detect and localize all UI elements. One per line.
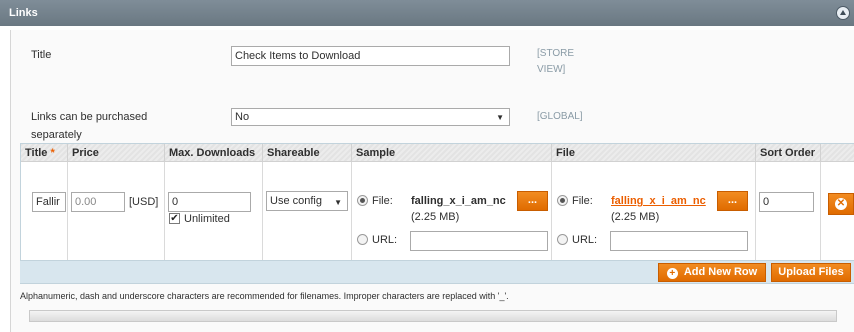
shareable-value: Use config — [270, 195, 322, 207]
section-header[interactable]: Links — [0, 0, 854, 26]
file-name-link[interactable]: falling_x_i_am_nc — [611, 194, 709, 208]
header-shareable: Shareable — [263, 144, 352, 162]
file-size: (2.25 MB) — [611, 211, 660, 223]
filename-note: Alphanumeric, dash and underscore charac… — [20, 291, 509, 301]
dropdown-arrow-icon: ▼ — [334, 198, 342, 207]
title-input[interactable]: Check Items to Download — [231, 46, 510, 66]
header-price: Price — [68, 144, 165, 162]
header-sample: Sample — [352, 144, 552, 162]
checkmark-icon: ✔ — [170, 213, 179, 224]
file-url-radio[interactable] — [557, 234, 568, 245]
purchase-scope: [GLOBAL] — [537, 111, 583, 122]
price-input[interactable]: 0.00 — [71, 192, 125, 212]
currency-label: [USD] — [129, 196, 159, 208]
title-label: Title — [31, 49, 52, 61]
purchase-label-line2: separately — [31, 129, 82, 141]
sample-file-radio[interactable] — [357, 195, 368, 206]
file-url-label: URL: — [572, 234, 598, 246]
add-new-row-label: Add New Row — [683, 266, 758, 278]
sort-order-input[interactable]: 0 — [759, 192, 814, 212]
upload-files-button[interactable]: Upload Files — [771, 263, 851, 282]
max-downloads-input[interactable]: 0 — [168, 192, 251, 212]
section-title: Links — [9, 7, 38, 19]
file-browse-button[interactable]: ... — [717, 191, 748, 211]
header-sort-order: Sort Order — [756, 144, 821, 162]
sample-url-label: URL: — [372, 234, 398, 246]
purchase-separately-select[interactable]: No ▼ — [231, 108, 510, 126]
sample-file-size: (2.25 MB) — [411, 211, 460, 223]
horizontal-scrollbar[interactable] — [29, 310, 837, 322]
sample-browse-button[interactable]: ... — [517, 191, 548, 211]
unlimited-label: Unlimited — [184, 213, 230, 225]
sample-file-label: File: — [372, 195, 393, 207]
shareable-select[interactable]: Use config ▼ — [266, 191, 348, 211]
required-mark: * — [50, 147, 55, 159]
sample-url-input[interactable] — [410, 231, 548, 251]
sample-url-radio[interactable] — [357, 234, 368, 245]
purchase-label-line1: Links can be purchased — [31, 111, 148, 123]
cell-shareable — [263, 162, 352, 260]
unlimited-checkbox[interactable]: ✔ — [169, 213, 180, 224]
collapse-icon[interactable] — [836, 6, 850, 20]
delete-row-button[interactable]: ✕ — [828, 193, 854, 215]
title-scope-line2: VIEW] — [537, 64, 566, 75]
link-title-input[interactable]: Fallir — [32, 192, 66, 212]
delete-icon: ✕ — [835, 198, 847, 210]
purchase-separately-label: Links can be purchased separately — [31, 108, 147, 144]
add-new-row-button[interactable]: + Add New Row — [658, 263, 766, 282]
dropdown-arrow-icon: ▼ — [496, 113, 504, 122]
title-scope-line1: [STORE — [537, 48, 575, 59]
header-max-downloads: Max. Downloads — [165, 144, 263, 162]
file-file-label: File: — [572, 195, 593, 207]
sample-file-name: falling_x_i_am_nc — [411, 195, 506, 207]
add-icon: + — [666, 268, 678, 279]
file-file-radio[interactable] — [557, 195, 568, 206]
purchase-separately-value: No — [235, 111, 250, 123]
file-url-input[interactable] — [610, 231, 748, 251]
header-file: File — [552, 144, 756, 162]
title-scope: [STORE VIEW] — [537, 46, 574, 78]
header-title: Title * — [21, 144, 68, 162]
